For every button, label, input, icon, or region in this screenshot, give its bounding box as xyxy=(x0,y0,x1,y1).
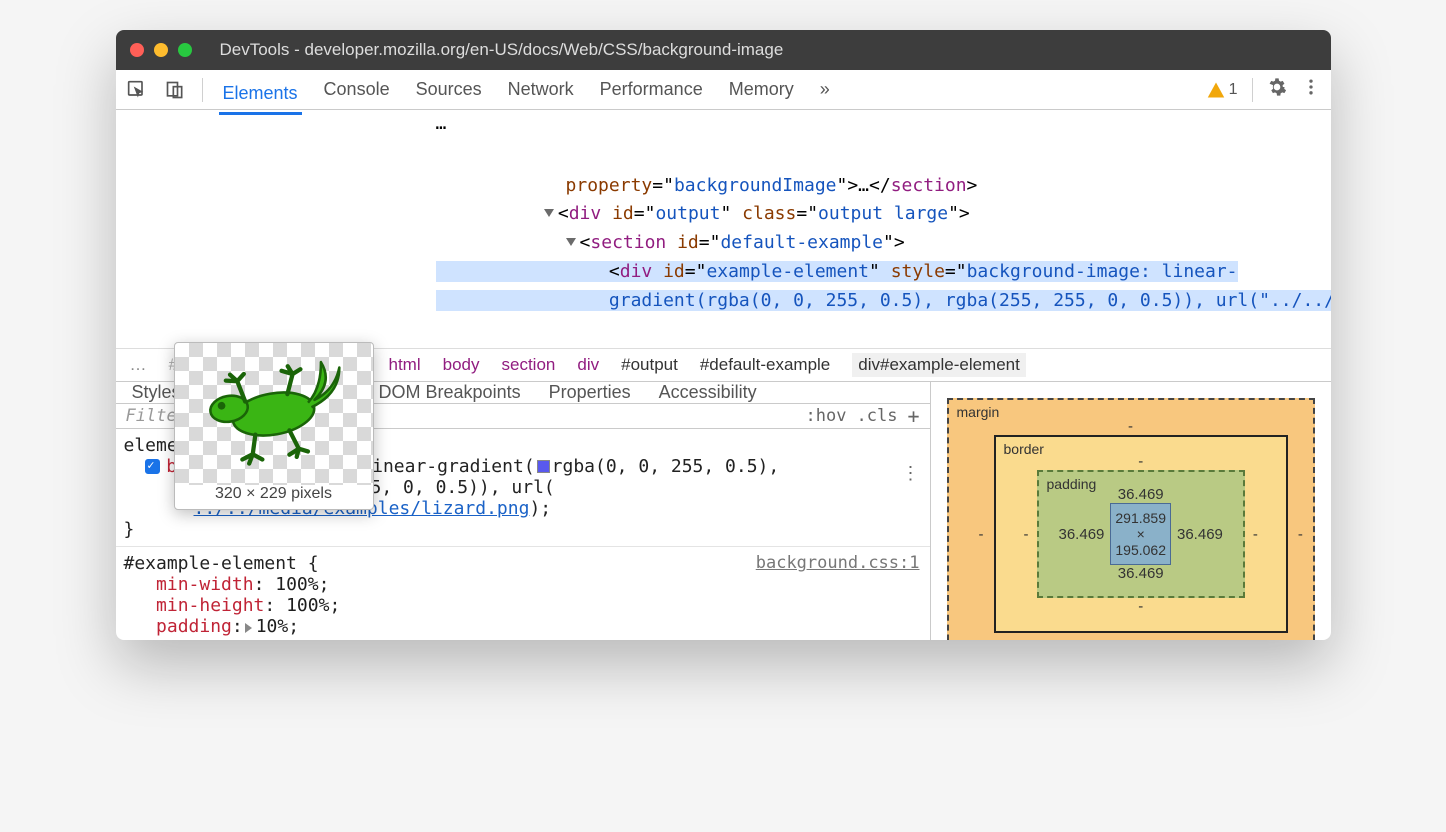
inspect-icon[interactable] xyxy=(126,79,148,101)
box-model-border[interactable]: border - - padding 36.469 36.469 291.859… xyxy=(994,435,1288,633)
subtab-accessibility[interactable]: Accessibility xyxy=(659,382,757,403)
margin-top: - xyxy=(979,418,1283,435)
tab-console[interactable]: Console xyxy=(320,71,394,108)
breadcrumb-item[interactable]: html xyxy=(389,355,421,375)
css-property: min-width xyxy=(156,574,254,595)
main-toolbar: Elements Console Sources Network Perform… xyxy=(116,70,1331,110)
tab-overflow[interactable]: » xyxy=(816,71,834,108)
breadcrumb-item[interactable]: #default-example xyxy=(700,355,830,375)
tab-performance[interactable]: Performance xyxy=(596,71,707,108)
divider xyxy=(1252,78,1253,102)
css-property: padding xyxy=(156,616,232,637)
selector: #example-element xyxy=(124,553,297,574)
breadcrumb-item[interactable]: body xyxy=(443,355,480,375)
devtools-window: DevTools - developer.mozilla.org/en-US/d… xyxy=(116,30,1331,640)
breadcrumb-item[interactable]: div xyxy=(577,355,599,375)
padding-label: padding xyxy=(1047,476,1097,492)
warnings-badge[interactable]: 1 xyxy=(1207,81,1238,99)
subtab-dom-breakpoints[interactable]: DOM Breakpoints xyxy=(379,382,521,403)
tab-network[interactable]: Network xyxy=(504,71,578,108)
collapsed-indicator: … xyxy=(116,109,447,138)
padding-left: 36.469 xyxy=(1059,526,1105,543)
breadcrumb-overflow[interactable]: … xyxy=(130,355,147,375)
breadcrumb-item[interactable]: #output xyxy=(621,355,678,375)
border-bottom: - xyxy=(1024,598,1258,615)
image-preview-tooltip: 320 × 229 pixels xyxy=(174,342,374,510)
image-preview xyxy=(175,343,373,485)
box-model-margin[interactable]: margin - - border - - padding 36.469 xyxy=(947,398,1315,640)
padding-right: 36.469 xyxy=(1177,526,1223,543)
box-model-padding[interactable]: padding 36.469 36.469 291.859 × 195.062 … xyxy=(1037,470,1245,598)
border-top: - xyxy=(1024,453,1258,470)
cls-toggle[interactable]: .cls xyxy=(857,406,898,426)
window-controls xyxy=(130,43,192,57)
subtab-properties[interactable]: Properties xyxy=(549,382,631,403)
close-window-button[interactable] xyxy=(130,43,144,57)
breadcrumb-item[interactable]: section xyxy=(502,355,556,375)
settings-icon[interactable] xyxy=(1267,77,1287,102)
margin-left: - xyxy=(979,526,984,543)
margin-right: - xyxy=(1298,526,1303,543)
elements-tree[interactable]: … property="backgroundImage">…</section>… xyxy=(116,110,1331,348)
titlebar[interactable]: DevTools - developer.mozilla.org/en-US/d… xyxy=(116,30,1331,70)
hov-toggle[interactable]: :hov xyxy=(806,406,847,426)
menu-icon[interactable] xyxy=(1301,77,1321,102)
minimize-window-button[interactable] xyxy=(154,43,168,57)
style-rule-example-element[interactable]: background.css:1 #example-element { min-… xyxy=(116,547,930,640)
margin-bottom: - xyxy=(979,633,1283,640)
breadcrumb-item-selected[interactable]: div#example-element xyxy=(852,353,1026,377)
tab-memory[interactable]: Memory xyxy=(725,71,798,108)
lizard-icon xyxy=(177,340,370,489)
image-dimensions: 320 × 229 pixels xyxy=(175,485,373,503)
source-link[interactable]: background.css:1 xyxy=(756,553,920,573)
maximize-window-button[interactable] xyxy=(178,43,192,57)
device-toggle-icon[interactable] xyxy=(164,79,186,101)
margin-label: margin xyxy=(957,404,1000,420)
border-right: - xyxy=(1253,526,1258,543)
padding-bottom: 36.469 xyxy=(1059,565,1223,582)
styles-panel: 320 × 229 pixels Styles DOM Breakpoints … xyxy=(116,382,931,640)
border-left: - xyxy=(1024,526,1029,543)
window-title: DevTools - developer.mozilla.org/en-US/d… xyxy=(220,40,784,60)
color-swatch-icon[interactable] xyxy=(537,460,550,473)
rule-menu-icon[interactable]: ⋮ xyxy=(902,463,920,484)
add-rule-button[interactable]: + xyxy=(907,404,919,428)
tab-sources[interactable]: Sources xyxy=(412,71,486,108)
divider xyxy=(202,78,203,102)
warning-count: 1 xyxy=(1229,81,1238,99)
box-model-panel: margin - - border - - padding 36.469 xyxy=(931,382,1331,640)
panel-tabs: Elements Console Sources Network Perform… xyxy=(219,71,834,108)
property-checkbox[interactable] xyxy=(145,459,160,474)
css-property: min-height xyxy=(156,595,264,616)
expand-caret-icon[interactable] xyxy=(245,623,252,633)
box-model-content[interactable]: 291.859 × 195.062 xyxy=(1110,503,1171,565)
border-label: border xyxy=(1004,441,1044,457)
